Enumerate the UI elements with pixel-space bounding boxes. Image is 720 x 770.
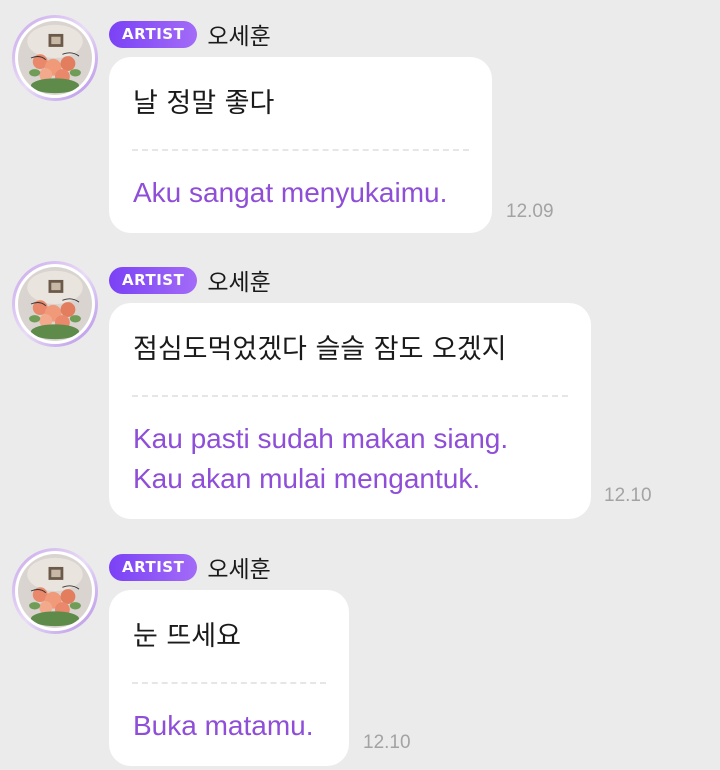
translation-line: Buka matamu. — [133, 710, 314, 741]
timestamp: 12.10 — [604, 485, 652, 506]
chat-message: ARTIST 오세훈 점심도먹었겠다 슬슬 잠도 오겠지 Kau pasti s… — [0, 261, 720, 521]
avatar[interactable] — [12, 15, 98, 101]
translation-line: Aku sangat menyukaimu. — [133, 177, 448, 208]
original-text: 점심도먹었겠다 슬슬 잠도 오겠지 — [133, 334, 507, 365]
profile-avatar-flowers-icon — [18, 554, 92, 628]
translation-line: Kau pasti sudah makan siang. — [133, 423, 509, 454]
sender-name[interactable]: 오세훈 — [207, 550, 270, 584]
translation-text: Aku sangat menyukaimu. — [133, 151, 468, 213]
artist-badge: ARTIST — [109, 20, 198, 48]
message-header: ARTIST 오세훈 — [109, 17, 271, 51]
message-bubble[interactable]: 날 정말 좋다 Aku sangat menyukaimu. — [109, 57, 492, 233]
profile-avatar-flowers-icon — [18, 21, 92, 95]
translation-line: Kau akan mulai mengantuk. — [133, 463, 481, 494]
message-header: ARTIST 오세훈 — [109, 550, 271, 584]
chat-message: ARTIST 오세훈 눈 뜨세요 Buka matamu. 12.10 — [0, 548, 720, 770]
original-text: 눈 뜨세요 — [133, 621, 241, 652]
artist-badge: ARTIST — [109, 266, 198, 294]
message-bubble[interactable]: 점심도먹었겠다 슬슬 잠도 오겠지 Kau pasti sudah makan … — [109, 303, 591, 519]
avatar[interactable] — [12, 548, 98, 634]
message-header: ARTIST 오세훈 — [109, 263, 271, 297]
timestamp: 12.10 — [363, 732, 411, 753]
message-bubble[interactable]: 눈 뜨세요 Buka matamu. — [109, 590, 349, 766]
profile-avatar-flowers-icon — [18, 267, 92, 341]
artist-badge: ARTIST — [109, 553, 198, 581]
translation-text: Buka matamu. — [133, 684, 325, 746]
chat-message: ARTIST 오세훈 날 정말 좋다 Aku sangat menyukaimu… — [0, 15, 720, 235]
sender-name[interactable]: 오세훈 — [207, 17, 270, 51]
original-text: 날 정말 좋다 — [133, 88, 275, 119]
translation-text: Kau pasti sudah makan siang. Kau akan mu… — [133, 397, 567, 499]
sender-name[interactable]: 오세훈 — [207, 263, 270, 297]
timestamp: 12.09 — [506, 201, 554, 222]
avatar[interactable] — [12, 261, 98, 347]
